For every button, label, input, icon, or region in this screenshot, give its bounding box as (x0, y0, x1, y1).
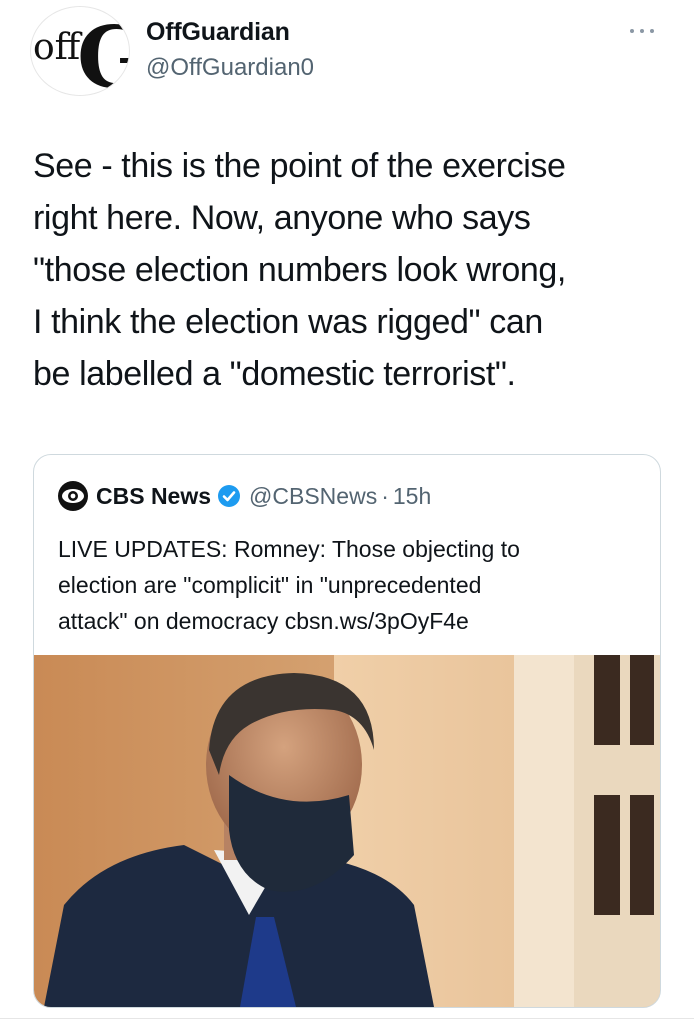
quoted-text-line: attack" on democracy cbsn.ws/3pOyF4e (58, 608, 469, 634)
avatar-logo-letter: G (77, 8, 129, 95)
tweet-text-line: See - this is the point of the exercise (33, 147, 566, 185)
cbs-eye-logo-icon[interactable] (58, 481, 88, 511)
quoted-tweet-card[interactable]: CBS News @CBSNews · 15h LIVE UPDATES: Ro… (33, 454, 661, 1008)
quoted-tweet-timestamp[interactable]: 15h (393, 483, 431, 510)
quoted-author-name[interactable]: CBS News (96, 483, 211, 510)
author-name[interactable]: OffGuardian (146, 18, 290, 47)
author-handle[interactable]: @OffGuardian0 (146, 54, 314, 82)
offguardian-logo-icon: off G (33, 7, 129, 95)
tweet-text-line: right here. Now, anyone who says (33, 199, 531, 237)
divider (0, 1018, 694, 1019)
tweet-text-line: I think the election was rigged" can (33, 303, 543, 341)
quoted-text-line: election are "complicit" in "unprecedent… (58, 572, 482, 598)
author-avatar[interactable]: off G (30, 6, 130, 96)
quoted-text-line: LIVE UPDATES: Romney: Those objecting to (58, 536, 520, 562)
header-separator: · (381, 482, 389, 509)
tweet-text-line: "those election numbers look wrong, (33, 251, 566, 289)
more-horizontal-icon[interactable] (630, 26, 654, 36)
tweet: off G OffGuardian @OffGuardian0 See - th… (0, 0, 694, 1024)
photo-man-in-mask (34, 655, 660, 1007)
quoted-tweet-text: LIVE UPDATES: Romney: Those objecting to… (58, 531, 648, 639)
quoted-tweet-photo[interactable] (34, 655, 660, 1007)
quoted-author-handle[interactable]: @CBSNews (249, 483, 377, 510)
tweet-text: See - this is the point of the exercise … (33, 140, 663, 400)
verified-badge-icon (218, 485, 241, 507)
tweet-text-line: be labelled a "domestic terrorist". (33, 355, 516, 393)
avatar-logo-text: off (33, 27, 83, 68)
quoted-tweet-header: CBS News @CBSNews · 15h (58, 481, 431, 511)
